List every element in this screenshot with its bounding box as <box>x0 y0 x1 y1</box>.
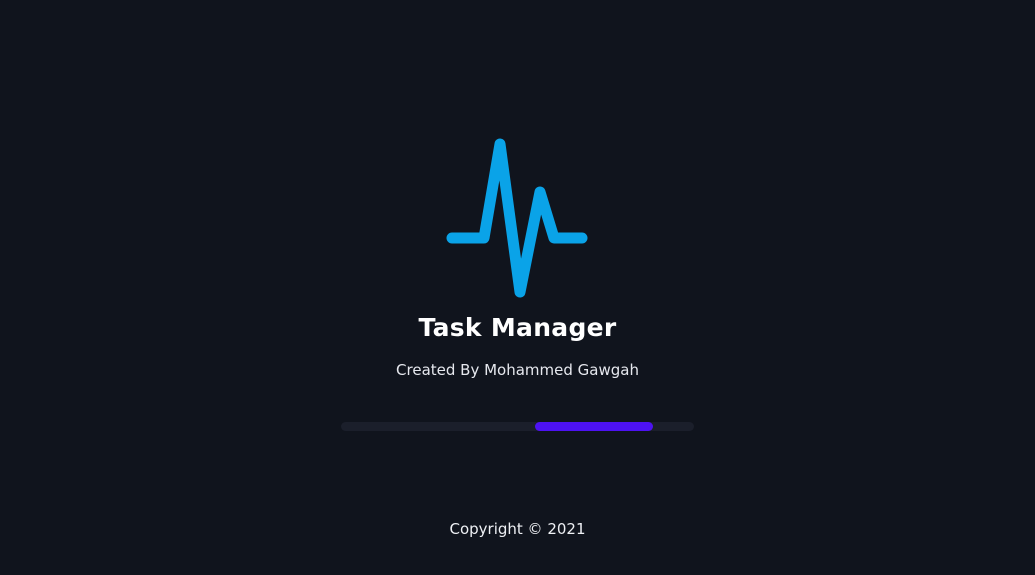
heartbeat-pulse-icon <box>446 138 588 298</box>
loading-progress-fill <box>535 422 654 431</box>
author-credit: Created By Mohammed Gawgah <box>396 361 639 379</box>
copyright-text: Copyright © 2021 <box>449 520 586 538</box>
loading-progress-bar <box>341 422 694 431</box>
app-title: Task Manager <box>418 313 617 342</box>
splash-screen: Task Manager Created By Mohammed Gawgah … <box>0 0 1035 575</box>
